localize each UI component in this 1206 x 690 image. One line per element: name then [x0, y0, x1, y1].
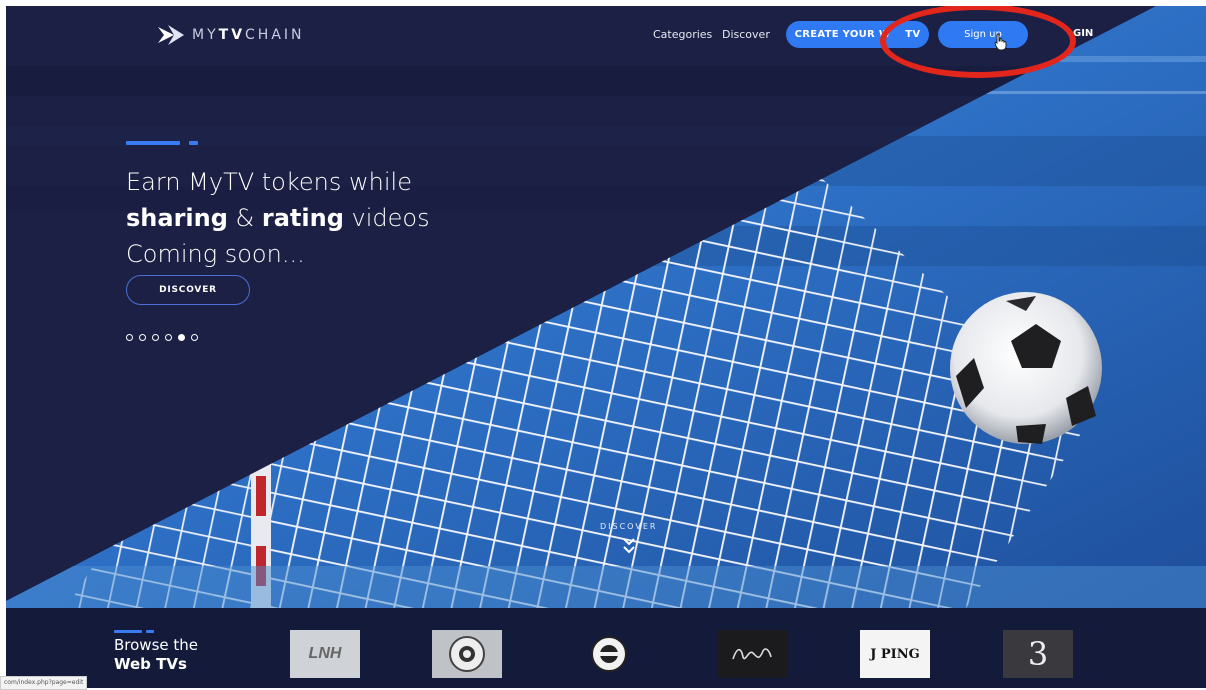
webtv-thumbnail-5[interactable]: J PING [860, 630, 930, 678]
slide-dot[interactable] [178, 334, 185, 341]
hero-section [6, 6, 1206, 608]
slide-dot[interactable] [152, 334, 159, 341]
slide-dot[interactable] [191, 334, 198, 341]
brand-name: MYTVCHAIN [192, 27, 305, 43]
webtv-thumbnail-4[interactable] [717, 630, 787, 678]
hero-headline: Earn MyTV tokens while sharing & rating … [126, 164, 430, 272]
browse-accent-bar [114, 630, 142, 633]
hand-pointer-cursor-icon [994, 33, 1007, 51]
hero-background-image [6, 6, 1206, 608]
hero-accent-bar-small [189, 141, 198, 145]
nav-categories-link[interactable]: Categories [653, 28, 712, 41]
hero-line-3: Coming soon... [126, 240, 305, 268]
hero-accent-bar [126, 141, 180, 145]
browse-accent-bar-small [146, 630, 154, 633]
club-badge-icon [591, 636, 627, 672]
hero-line-1: Earn MyTV tokens while [126, 168, 412, 196]
brand-logo[interactable]: MYTVCHAIN [158, 24, 305, 46]
webtv-thumbnail-3[interactable] [574, 630, 644, 678]
club-crest-icon [449, 636, 485, 672]
webtv-thumbnail-2[interactable] [432, 630, 502, 678]
webtv-thumbnail-1[interactable]: LNH [290, 630, 360, 678]
signature-logo-icon [732, 648, 772, 660]
slide-indicator [126, 334, 198, 341]
hero-discover-button[interactable]: DISCOVER [126, 275, 250, 305]
chevron-down-icon[interactable] [622, 536, 636, 556]
scroll-discover-label[interactable]: DISCOVER [600, 522, 657, 531]
login-link[interactable]: GIN [1073, 28, 1093, 39]
slide-dot[interactable] [165, 334, 172, 341]
red-annotation-circle [880, 6, 1076, 78]
slide-dot[interactable] [139, 334, 146, 341]
webtv-thumbnail-6[interactable]: 3 [1003, 630, 1073, 678]
nav-discover-link[interactable]: Discover [722, 28, 770, 41]
hero-line-2: sharing & rating videos [126, 204, 430, 232]
browser-viewport: MYTVCHAIN Categories Discover CREATE YOU… [6, 6, 1206, 688]
browse-heading: Browse the Web TVs [114, 636, 199, 673]
mytvchain-logo-icon [158, 25, 184, 45]
slide-dot[interactable] [126, 334, 133, 341]
